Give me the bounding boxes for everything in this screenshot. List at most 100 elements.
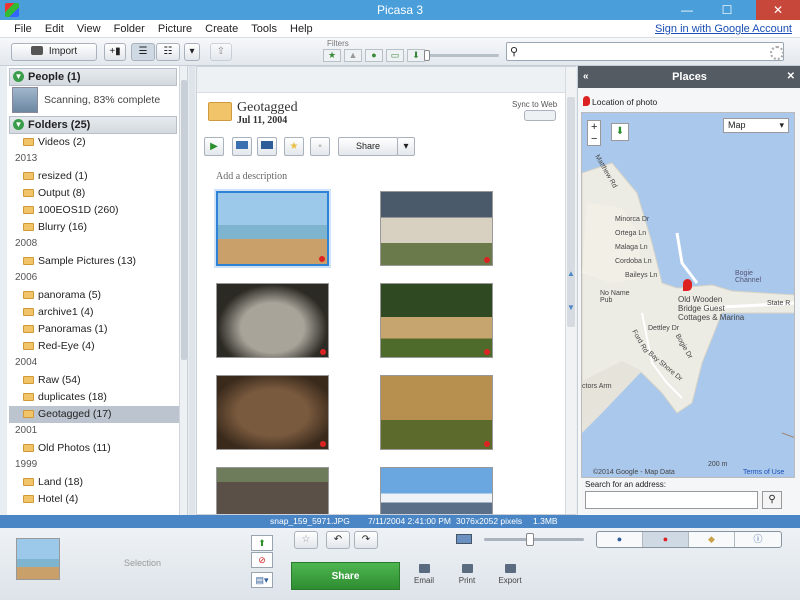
folder-item[interactable]: Videos (2) [23,134,178,151]
folder-item[interactable]: Raw (54) [23,372,178,389]
tab-people[interactable]: ● [597,532,643,547]
play-icon: ▶ [210,141,218,152]
filter-people-button[interactable]: ● [365,49,383,62]
rotate-right-button[interactable]: ↷ [354,531,378,549]
scroll-down-arrow[interactable]: ▼ [567,303,575,312]
minimize-button[interactable]: — [674,0,700,20]
folder-item[interactable]: Output (8) [23,185,178,202]
address-search-input[interactable] [585,491,758,509]
folder-item[interactable]: Geotagged (17) [9,406,179,423]
search-input[interactable]: ⚲ [506,42,784,61]
people-header[interactable]: ▼ People (1) [9,68,177,86]
folder-item[interactable]: Red-Eye (4) [23,338,178,355]
folders-header[interactable]: ▼ Folders (25) [9,116,177,134]
folder-item[interactable]: 100EOS1D (260) [23,202,178,219]
folder-item[interactable]: Land (18) [23,474,178,491]
tab-tags[interactable]: ◆ [689,532,735,547]
hold-pin-button[interactable]: ⬆ [251,535,273,551]
folder-item[interactable]: duplicates (18) [23,389,178,406]
map-terms-link[interactable]: Terms of Use [743,469,784,476]
close-button[interactable]: ✕ [756,0,800,20]
album-share-button[interactable]: Share [338,137,398,156]
slider-handle[interactable] [424,50,430,61]
folder-item[interactable]: archive1 (4) [23,304,178,321]
export-button[interactable]: Export [490,564,530,585]
tray-star-button[interactable]: ☆ [294,531,318,549]
pin-drop-button[interactable]: ⬇ [611,123,629,141]
collapse-left-icon[interactable]: « [583,66,589,88]
collapse-icon[interactable]: ▼ [13,71,24,82]
sign-in-link[interactable]: Sign in with Google Account [655,23,792,35]
scroll-thumb[interactable] [181,80,187,360]
folder-item[interactable]: panorama (5) [23,287,178,304]
album-title[interactable]: Geotagged [237,100,298,116]
rotate-left-button[interactable]: ↶ [326,531,350,549]
photo-thumbnail[interactable] [380,467,493,514]
tree-view-button[interactable]: ☷ [156,43,180,61]
tray-share-button[interactable]: Share [291,562,400,590]
filter-geotagged-button[interactable]: ⬇ [407,49,425,62]
collapse-icon[interactable]: ▼ [13,119,24,130]
photo-thumbnail[interactable] [380,283,493,358]
filter-starred-button[interactable]: ★ [323,49,341,62]
folder-item[interactable]: Old Photos (11) [23,440,178,457]
album-description[interactable]: Add a description [216,171,287,182]
left-scrollbar[interactable] [179,66,187,515]
menu-create[interactable]: Create [200,20,243,38]
view-dropdown-button[interactable]: ▾ [184,43,200,61]
movie-button[interactable] [257,137,277,156]
folder-item[interactable]: Sample Pictures (13) [23,253,178,270]
import-button[interactable]: Import [11,43,97,61]
folder-item[interactable]: resized (1) [23,168,178,185]
map-type-select[interactable]: Map ▾ [723,118,789,133]
scroll-thumb[interactable] [567,97,575,327]
clear-tray-button[interactable]: ⊘ [251,552,273,568]
menu-help[interactable]: Help [285,20,318,38]
map-view[interactable]: + − ⬇ Map ▾ Matthew Rd Minorca Dr Ortega … [581,112,795,478]
photo-thumbnail[interactable] [216,283,329,358]
tray-thumbnail[interactable] [16,538,60,580]
filter-slider[interactable] [424,50,499,61]
collage-button[interactable] [232,137,252,156]
slider-handle[interactable] [526,533,534,546]
photo-thumbnail[interactable] [214,189,331,268]
album-date[interactable]: Jul 11, 2004 [237,115,287,126]
zoom-in-button[interactable]: + [591,121,597,133]
photo-thumbnail[interactable] [380,191,493,266]
upload-button[interactable]: ⇧ [210,43,232,61]
album-scrollbar[interactable]: ▲ ▼ [565,67,576,514]
photo-thumbnail[interactable] [216,375,329,450]
zoom-out-button[interactable]: − [591,133,597,145]
filter-video-button[interactable]: ▭ [386,49,404,62]
menu-tools[interactable]: Tools [246,20,282,38]
panel-splitter[interactable] [189,66,195,515]
email-button[interactable]: Email [404,564,444,585]
tab-info[interactable]: ⓘ [735,532,781,547]
menu-file[interactable]: File [9,20,37,38]
play-slideshow-button[interactable]: ▶ [204,137,224,156]
filter-uploaded-button[interactable]: ▲ [344,49,362,62]
menu-picture[interactable]: Picture [153,20,197,38]
share-dropdown-button[interactable]: ▾ [397,137,415,156]
menu-folder[interactable]: Folder [109,20,150,38]
add-to-album-button[interactable]: +▮ [104,43,126,61]
save-button[interactable]: ▪ [310,137,330,156]
scroll-up-arrow[interactable]: ▲ [567,269,575,278]
folder-item[interactable]: Blurry (16) [23,219,178,236]
tab-places[interactable]: ● [643,532,689,547]
add-to-album-tray-button[interactable]: ▤▾ [251,572,273,588]
photo-thumbnail[interactable] [380,375,493,450]
menu-edit[interactable]: Edit [40,20,69,38]
address-search-button[interactable]: ⚲ [762,491,782,509]
menu-view[interactable]: View [72,20,106,38]
folder-item[interactable]: Hotel (4) [23,491,178,508]
sync-toggle[interactable] [524,110,556,121]
list-view-button[interactable]: ☰ [131,43,155,61]
close-places-icon[interactable]: ✕ [787,66,795,88]
print-button[interactable]: Print [447,564,487,585]
photo-thumbnail[interactable] [216,467,329,514]
maximize-button[interactable]: ☐ [714,0,740,20]
folder-item[interactable]: Panoramas (1) [23,321,178,338]
star-button[interactable]: ★ [284,137,304,156]
thumbnail-size-slider[interactable] [484,533,584,546]
